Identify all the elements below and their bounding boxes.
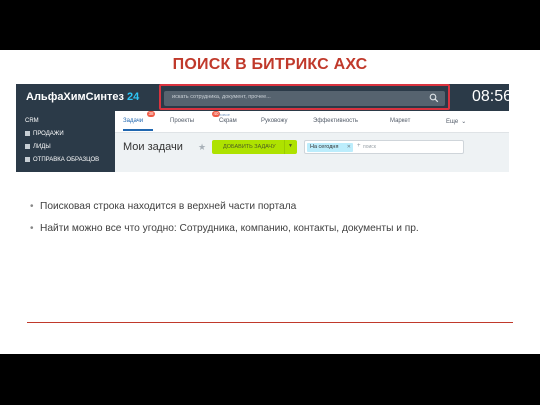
tab-scrum[interactable]: Скрам	[219, 118, 237, 124]
tab-efficiency[interactable]: Эффективность	[313, 118, 358, 124]
search-highlight-frame	[159, 84, 450, 110]
sidebar-item-crm[interactable]: CRM	[25, 118, 39, 124]
tab-market[interactable]: Маркет	[390, 118, 410, 124]
divider	[27, 322, 513, 323]
tab-managing[interactable]: Руковожу	[261, 118, 288, 124]
bullet-text: Найти можно все что угодно: Сотрудника, …	[40, 223, 419, 234]
add-task-button[interactable]: ДОБАВИТЬ ЗАДАЧУ ▼	[212, 140, 297, 154]
sidebar-item-label: ПРОДАЖИ	[33, 131, 64, 138]
sidebar-item-samples[interactable]: ОТПРАВКА ОБРАЗЦОВ	[25, 157, 99, 163]
sidebar: CRM ПРОДАЖИ ЛИДЫ ОТПРАВКА ОБРАЗЦОВ	[16, 111, 115, 172]
slide-title: ПОИСК В БИТРИКС АХС	[172, 56, 368, 73]
tab-more-label: Еще	[446, 119, 459, 125]
task-filter-input[interactable]: На сегодня ✕ + поиск	[304, 140, 464, 154]
square-icon	[25, 157, 30, 162]
sidebar-item-label: ЛИДЫ	[33, 144, 51, 151]
portal-screenshot: АльфаХимСинтез 24 искать сотрудника, доку…	[16, 84, 509, 172]
sidebar-item-leads[interactable]: ЛИДЫ	[25, 144, 51, 150]
page-title: Мои задачи	[123, 141, 183, 153]
portal-logo[interactable]: АльфаХимСинтез 24	[26, 91, 139, 103]
sidebar-item-label: ОТПРАВКА ОБРАЗЦОВ	[33, 157, 100, 164]
tab-more[interactable]: Еще ⌄	[446, 118, 466, 125]
plus-icon[interactable]: +	[357, 143, 361, 149]
chevron-down-icon: ⌄	[461, 119, 467, 125]
slide: ПОИСК В БИТРИКС АХС АльфаХимСинтез 24 иск…	[0, 50, 540, 354]
bullet-icon: •	[30, 201, 34, 212]
tab-tasks[interactable]: Задачи	[123, 118, 143, 124]
sidebar-item-label: CRM	[25, 118, 39, 124]
bullet-text: Поисковая строка находится в верхней час…	[40, 201, 297, 212]
filter-placeholder: поиск	[363, 144, 376, 150]
scrum-new-label: новое	[219, 112, 230, 117]
portal-header: АльфаХимСинтез 24 искать сотрудника, доку…	[16, 84, 509, 111]
logo-number: 24	[127, 91, 140, 103]
square-icon	[25, 144, 30, 149]
bullet-list: • Поисковая строка находится в верхней ча…	[30, 201, 419, 245]
logo-text: АльфаХимСинтез	[26, 91, 124, 103]
tasks-count-badge: 38	[147, 111, 155, 117]
list-item: • Поисковая строка находится в верхней ча…	[30, 201, 419, 223]
list-item: • Найти можно все что угодно: Сотрудника,…	[30, 223, 419, 245]
tab-projects[interactable]: Проекты	[170, 118, 194, 124]
tab-bar: 38 Задачи 40 Проекты новое Скрам Руковож…	[115, 111, 509, 133]
filter-chip-label: На сегодня	[310, 144, 339, 150]
close-icon[interactable]: ✕	[347, 144, 351, 150]
triangle-down-icon: ▼	[288, 143, 293, 149]
add-task-dropdown[interactable]: ▼	[284, 140, 297, 154]
square-icon	[25, 131, 30, 136]
filter-chip-today[interactable]: На сегодня ✕	[307, 143, 353, 152]
add-task-label: ДОБАВИТЬ ЗАДАЧУ	[223, 144, 276, 150]
bullet-icon: •	[30, 223, 34, 234]
active-tab-indicator	[123, 129, 153, 131]
clock[interactable]: 08:56	[472, 88, 509, 106]
star-icon[interactable]: ★	[198, 142, 206, 153]
sidebar-item-sales[interactable]: ПРОДАЖИ	[25, 131, 64, 137]
